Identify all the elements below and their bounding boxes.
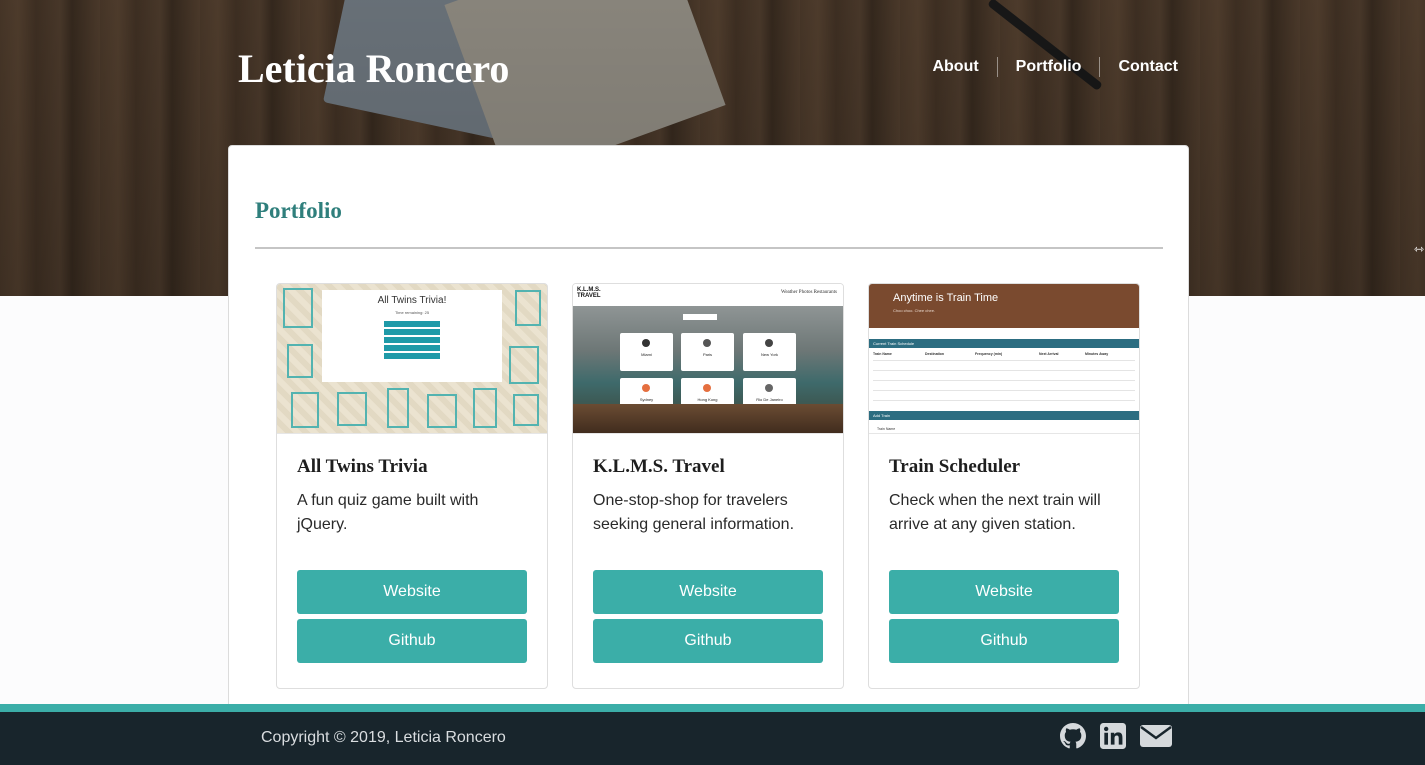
project-description: One-stop-shop for travelers seeking gene… <box>593 492 795 533</box>
copyright-text: Copyright © 2019, Leticia Roncero <box>261 729 506 746</box>
nav-contact[interactable]: Contact <box>1099 57 1190 77</box>
footer-accent-strip <box>0 704 1425 712</box>
github-button[interactable]: Github <box>297 619 527 663</box>
project-card-travel: K.L.M.S. TRAVEL Weather Photos Restauran… <box>572 283 844 689</box>
section-title: Portfolio <box>255 198 342 223</box>
project-card-trivia: All Twins Trivia! Time remaining: 25 All… <box>276 283 548 689</box>
project-title: All Twins Trivia <box>297 456 428 477</box>
project-title: K.L.M.S. Travel <box>593 456 725 477</box>
github-button[interactable]: Github <box>593 619 823 663</box>
section-divider <box>255 247 1163 249</box>
project-description: Check when the next train will arrive at… <box>889 492 1101 533</box>
project-title: Train Scheduler <box>889 456 1021 477</box>
website-button[interactable]: Website <box>593 570 823 614</box>
nav-about[interactable]: About <box>914 57 996 77</box>
resize-cursor-icon: ⇿ <box>1414 242 1425 256</box>
project-description: A fun quiz game built with jQuery. <box>297 492 479 533</box>
project-thumbnail[interactable]: All Twins Trivia! Time remaining: 25 <box>277 284 547 434</box>
website-button[interactable]: Website <box>297 570 527 614</box>
footer: Copyright © 2019, Leticia Roncero <box>0 712 1425 765</box>
main-nav: About Portfolio Contact <box>914 57 1190 77</box>
project-thumbnail[interactable]: Anytime is Train Time Choo choo. Chee ch… <box>869 284 1139 434</box>
site-brand[interactable]: Leticia Roncero <box>238 45 509 92</box>
linkedin-icon[interactable] <box>1100 723 1126 754</box>
project-thumbnail[interactable]: K.L.M.S. TRAVEL Weather Photos Restauran… <box>573 284 843 434</box>
website-button[interactable]: Website <box>889 570 1119 614</box>
nav-portfolio[interactable]: Portfolio <box>996 57 1100 77</box>
github-button[interactable]: Github <box>889 619 1119 663</box>
portfolio-panel: Portfolio All Twins Trivia! Time remaini… <box>228 145 1189 725</box>
github-icon[interactable] <box>1060 723 1086 754</box>
social-links <box>1060 723 1172 754</box>
envelope-icon[interactable] <box>1140 723 1172 754</box>
project-card-train: Anytime is Train Time Choo choo. Chee ch… <box>868 283 1140 689</box>
